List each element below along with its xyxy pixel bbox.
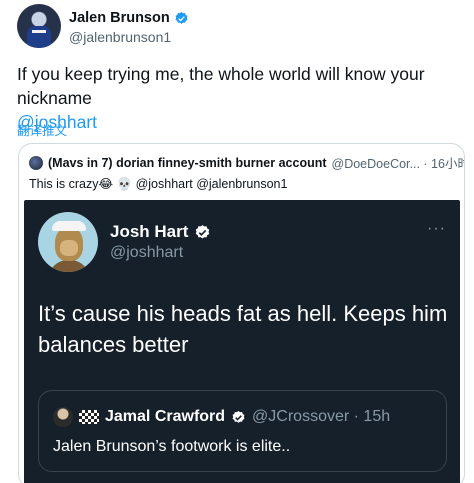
screenshot-author-name: Josh Hart (110, 222, 189, 241)
jamal-crawford-avatar (53, 407, 73, 427)
verified-badge-icon (196, 224, 210, 239)
tweet-body: If you keep trying me, the whole world w… (17, 64, 425, 108)
inner-author-name: Jamal Crawford (105, 408, 226, 425)
quoted-tweet-card[interactable]: (Mavs in 7) dorian finney-smith burner a… (18, 143, 465, 483)
josh-hart-avatar (38, 212, 98, 272)
screenshot-inner-quote: Jamal Crawford @JCrossover · 15h Jalen B… (38, 390, 447, 472)
author-name-row: Jalen Brunson (69, 10, 189, 26)
author-avatar[interactable] (17, 4, 61, 48)
more-icon: ··· (427, 220, 446, 237)
screenshot-name-row: Josh Hart (110, 222, 211, 242)
screenshot-author-handle: @joshhart (110, 244, 184, 261)
quoted-tweet-text: This is crazy😂 💀 @joshhart @jalenbrunson… (29, 177, 288, 191)
inner-quote-text: Jalen Brunson’s footwork is elite.. (53, 438, 291, 455)
tweet-text: If you keep trying me, the whole world w… (17, 62, 457, 134)
translate-tweet-link[interactable]: 翻译推文 (17, 120, 67, 139)
verified-badge-icon (175, 11, 188, 24)
quoted-author-handle-time: @DoeDoeCor... · 16小时 (331, 157, 465, 171)
quoted-author-name: (Mavs in 7) dorian finney-smith burner a… (48, 155, 327, 170)
attached-screenshot-image[interactable]: Josh Hart @joshhart ··· It’s cause his h… (24, 200, 460, 483)
inner-author-handle-time: @JCrossover · 15h (252, 408, 391, 425)
inner-quote-header: Jamal Crawford @JCrossover · 15h (53, 407, 390, 427)
quoted-author-avatar (29, 155, 43, 170)
author-handle[interactable]: @jalenbrunson1 (69, 29, 171, 45)
verified-badge-icon (232, 410, 245, 423)
screenshot-tweet-text: It’s cause his heads fat as hell. Keeps … (38, 301, 448, 357)
checkered-flag-icon (79, 410, 99, 424)
quoted-tweet-header: (Mavs in 7) dorian finney-smith burner a… (29, 153, 465, 172)
author-display-name[interactable]: Jalen Brunson (69, 10, 170, 26)
tweet-header: Jalen Brunson @jalenbrunson1 (17, 4, 457, 48)
